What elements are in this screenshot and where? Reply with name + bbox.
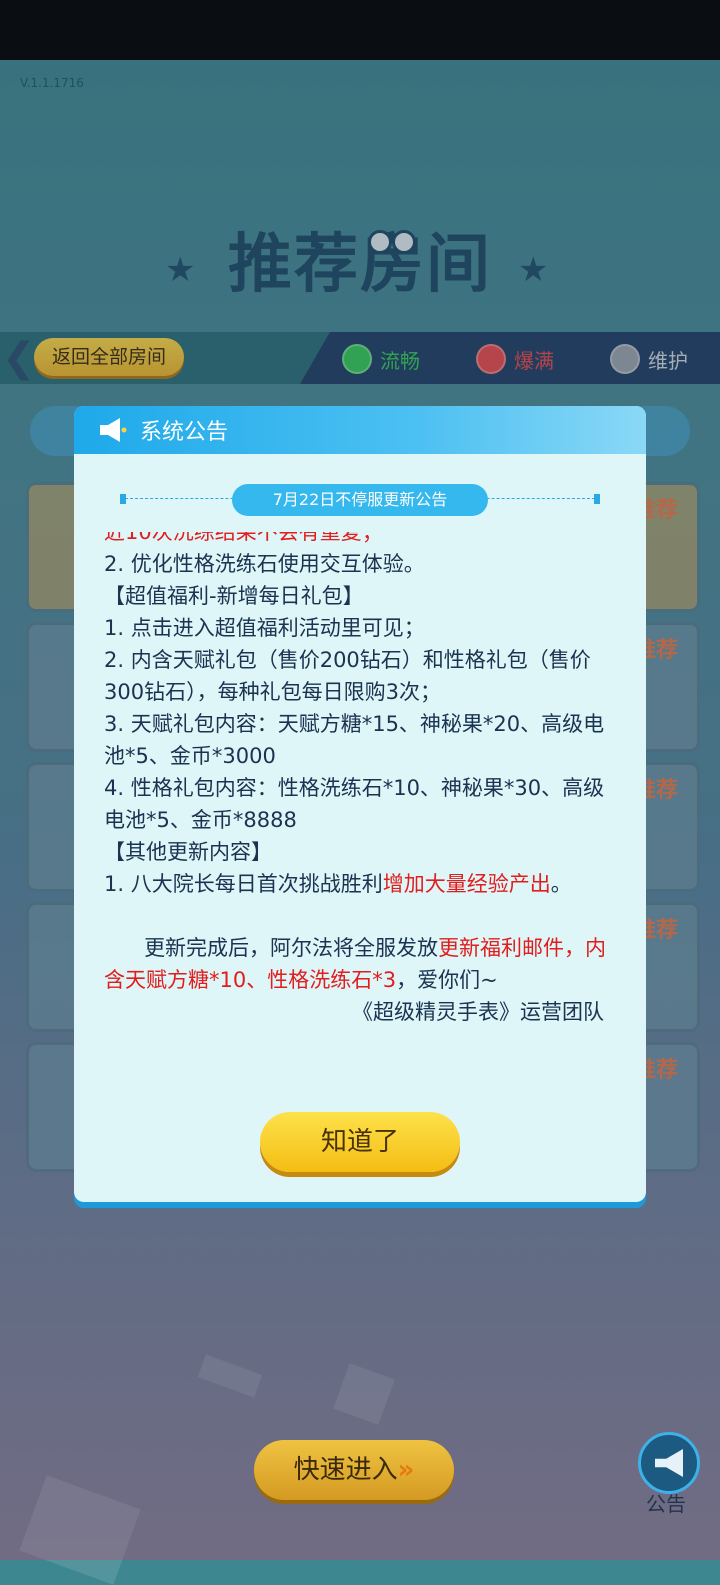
- content-line: 近10次洗练结果不会有重复；: [104, 532, 383, 544]
- megaphone-icon: [655, 1449, 683, 1477]
- quick-enter-button[interactable]: 快速进入»: [254, 1440, 454, 1500]
- announcement-dialog: 系统公告 7月22日不停服更新公告 近10次洗练结果不会有重复； 2. 优化性格…: [74, 406, 646, 1202]
- double-chevron-right-icon: »: [397, 1455, 415, 1485]
- content-line: 【超值福利-新增每日礼包】: [104, 584, 364, 608]
- content-line: 1. 点击进入超值福利活动里可见；: [104, 616, 425, 640]
- content-line: 更新完成后，阿尔法将全服发放更新福利邮件，内含天赋方糖*10、性格洗练石*3，爱…: [104, 932, 624, 996]
- megaphone-icon: [100, 418, 127, 442]
- content-text: 1. 八大院长每日首次挑战胜利: [104, 872, 383, 896]
- quick-enter-label: 快速进入: [293, 1455, 398, 1485]
- got-it-button[interactable]: 知道了: [260, 1112, 460, 1172]
- content-text: 。: [550, 872, 572, 896]
- content-line: 2. 优化性格洗练石使用交互体验。: [104, 552, 425, 576]
- content-line: 【其他更新内容】: [104, 840, 272, 864]
- content-text: 更新完成后，阿尔法将全服发放: [104, 936, 439, 960]
- content-line: 1. 八大院长每日首次挑战胜利增加大量经验产出。: [104, 868, 624, 900]
- content-line: 4. 性格礼包内容：性格洗练石*10、神秘果*30、高级电池*5、金币*8888: [104, 776, 605, 832]
- announcement-label: 公告: [646, 1492, 686, 1516]
- signature: 《超级精灵手表》运营团队: [352, 1000, 604, 1024]
- announcement-content[interactable]: 近10次洗练结果不会有重复； 2. 优化性格洗练石使用交互体验。 【超值福利-新…: [104, 532, 624, 1086]
- announcement-subtitle: 7月22日不停服更新公告: [232, 484, 488, 516]
- content-line: 2. 内含天赋礼包（售价200钻石）和性格礼包（售价300钻石），每种礼包每日限…: [104, 648, 591, 704]
- dialog-header: 系统公告: [74, 406, 646, 454]
- content-text: ，爱你们~: [396, 968, 498, 992]
- dialog-title: 系统公告: [140, 420, 229, 445]
- highlight-text: 增加大量经验产出: [382, 872, 551, 896]
- content-line: 3. 天赋礼包内容：天赋方糖*15、神秘果*20、高级电池*5、金币*3000: [104, 712, 605, 768]
- announcement-button[interactable]: [638, 1432, 700, 1494]
